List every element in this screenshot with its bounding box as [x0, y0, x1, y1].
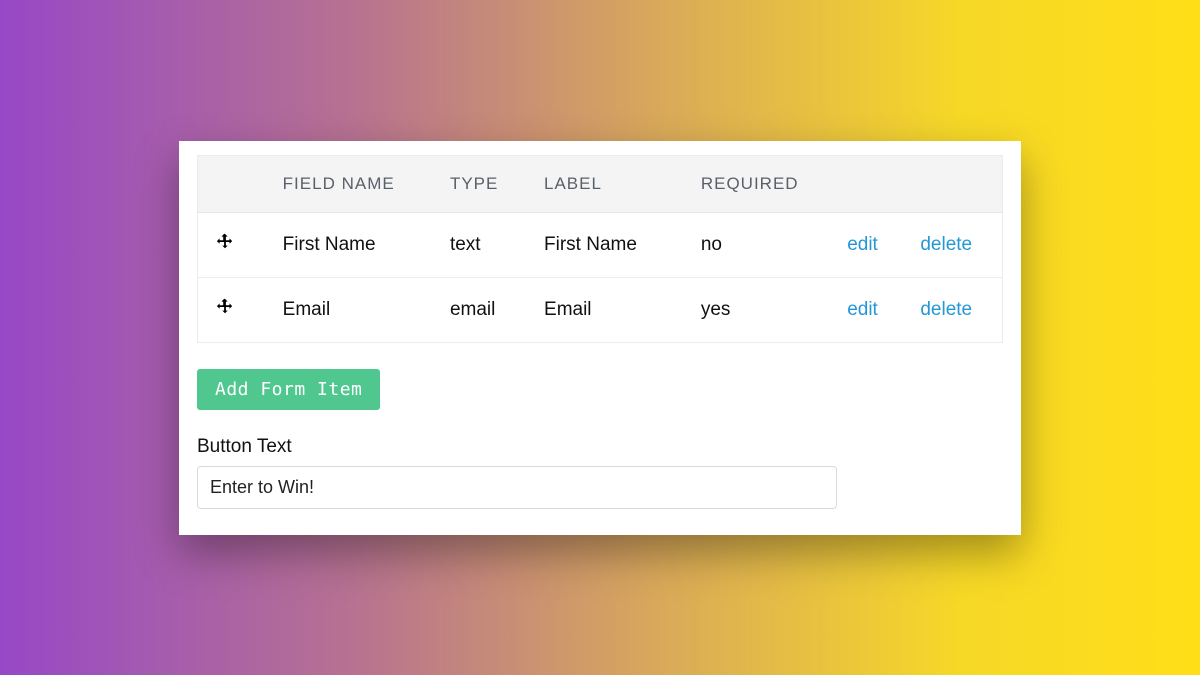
cell-label: Email [532, 277, 689, 342]
edit-link[interactable]: edit [847, 299, 878, 320]
col-header-required: REQUIRED [689, 155, 835, 212]
cell-field-name: Email [271, 277, 438, 342]
button-text-label: Button Text [197, 436, 1003, 458]
col-header-field-name: FIELD NAME [271, 155, 438, 212]
table-row: Email email Email yes edit delete [198, 277, 1003, 342]
cell-type: email [438, 277, 532, 342]
move-icon[interactable] [216, 233, 234, 251]
delete-link[interactable]: delete [920, 299, 972, 320]
col-header-edit [835, 155, 908, 212]
table-header-row: FIELD NAME TYPE LABEL REQUIRED [198, 155, 1003, 212]
edit-link[interactable]: edit [847, 234, 878, 255]
form-items-table: FIELD NAME TYPE LABEL REQUIRED First Nam… [197, 155, 1003, 343]
col-header-label: LABEL [532, 155, 689, 212]
add-form-item-button[interactable]: Add Form Item [197, 369, 380, 410]
col-header-drag [198, 155, 271, 212]
col-header-type: TYPE [438, 155, 532, 212]
cell-field-name: First Name [271, 212, 438, 277]
cell-required: no [689, 212, 835, 277]
button-text-input[interactable] [197, 466, 837, 509]
table-row: First Name text First Name no edit delet… [198, 212, 1003, 277]
cell-required: yes [689, 277, 835, 342]
col-header-delete [908, 155, 1002, 212]
move-icon[interactable] [216, 298, 234, 316]
cell-type: text [438, 212, 532, 277]
delete-link[interactable]: delete [920, 234, 972, 255]
cell-label: First Name [532, 212, 689, 277]
form-builder-card: FIELD NAME TYPE LABEL REQUIRED First Nam… [179, 141, 1021, 535]
